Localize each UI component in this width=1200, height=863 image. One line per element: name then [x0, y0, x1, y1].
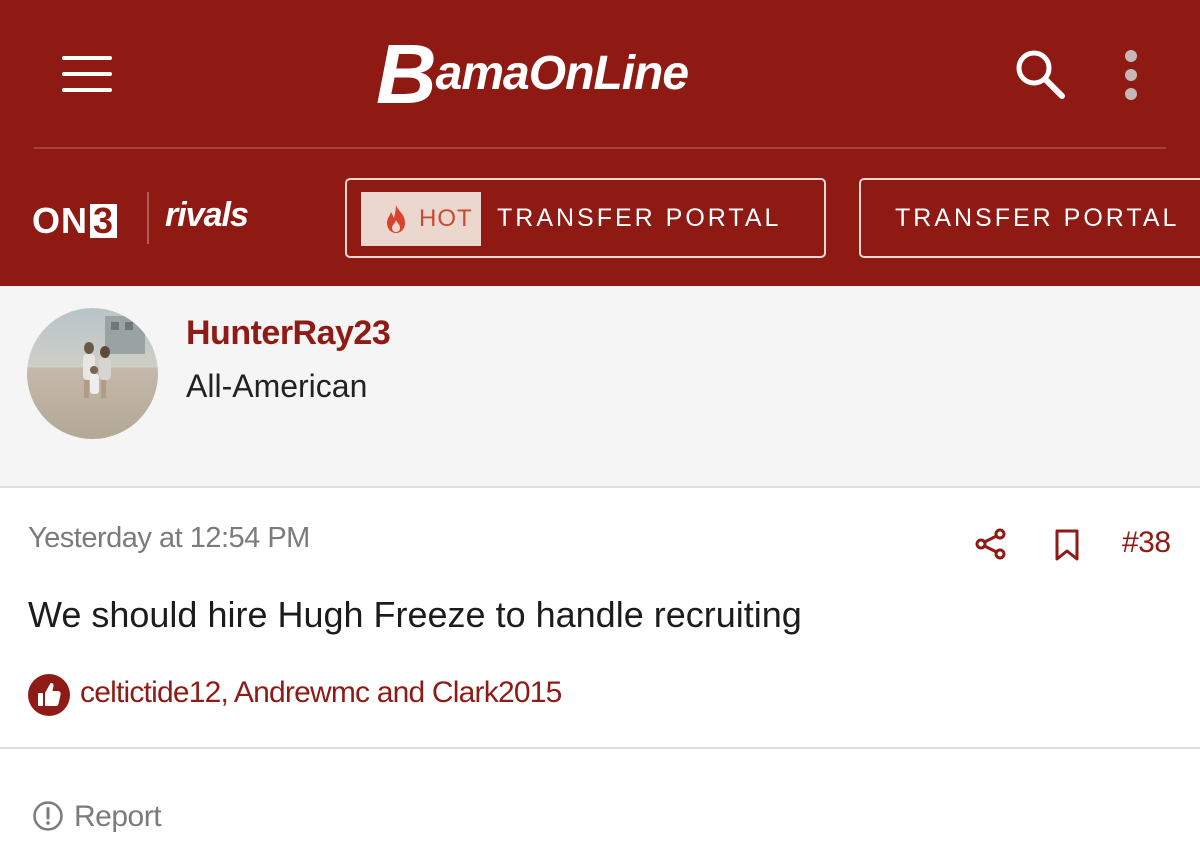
rivals-logo[interactable]: rivals	[165, 196, 249, 235]
sub-navigation: ON 3 rivals HOT TRANSFER PORTAL TRANSFER …	[0, 150, 1200, 286]
brand-logo[interactable]: BamaOnLine	[376, 32, 689, 116]
on3-logo[interactable]: ON 3	[32, 200, 118, 242]
brand-logo-initial: B	[376, 27, 437, 121]
hot-transfer-portal-pill[interactable]: HOT TRANSFER PORTAL	[345, 178, 826, 258]
reaction-users: celtictide12, Andrewmc and Clark2015	[80, 676, 562, 709]
bookmark-icon[interactable]	[1054, 528, 1080, 562]
transfer-portal-pill[interactable]: TRANSFER PORTAL	[859, 178, 1200, 258]
post-author: HunterRay23 All-American	[0, 286, 1200, 486]
post-timestamp[interactable]: Yesterday at 12:54 PM	[28, 522, 310, 555]
report-label: Report	[74, 800, 162, 833]
share-icon[interactable]	[974, 527, 1008, 561]
site-header: BamaOnLine ON 3 rivals HOT TRANSFER PORT…	[0, 0, 1200, 286]
on3-logo-suffix: 3	[90, 203, 118, 239]
thumbs-up-icon	[28, 674, 70, 716]
top-bar: BamaOnLine	[0, 0, 1200, 148]
flame-icon	[387, 205, 405, 233]
search-icon[interactable]	[1012, 46, 1068, 102]
author-title: All-American	[186, 368, 368, 404]
brand-logo-rest: amaOnLine	[435, 47, 689, 100]
author-divider	[0, 486, 1200, 488]
avatar[interactable]	[27, 308, 158, 439]
footer-divider	[0, 747, 1200, 749]
on3-logo-prefix: ON	[32, 200, 88, 241]
hot-badge-label: HOT	[419, 205, 473, 232]
header-divider	[34, 147, 1166, 149]
author-username[interactable]: HunterRay23	[186, 314, 391, 353]
pill-label: TRANSFER PORTAL	[895, 204, 1180, 232]
hamburger-menu-icon[interactable]	[62, 56, 112, 92]
alert-circle-icon	[33, 801, 63, 831]
post-number-link[interactable]: #38	[1122, 526, 1171, 560]
post-message: We should hire Hugh Freeze to handle rec…	[28, 594, 802, 635]
hot-badge: HOT	[361, 192, 481, 246]
pill-label: TRANSFER PORTAL	[497, 204, 782, 232]
more-vertical-icon[interactable]	[1118, 50, 1144, 100]
logo-separator	[147, 192, 149, 244]
